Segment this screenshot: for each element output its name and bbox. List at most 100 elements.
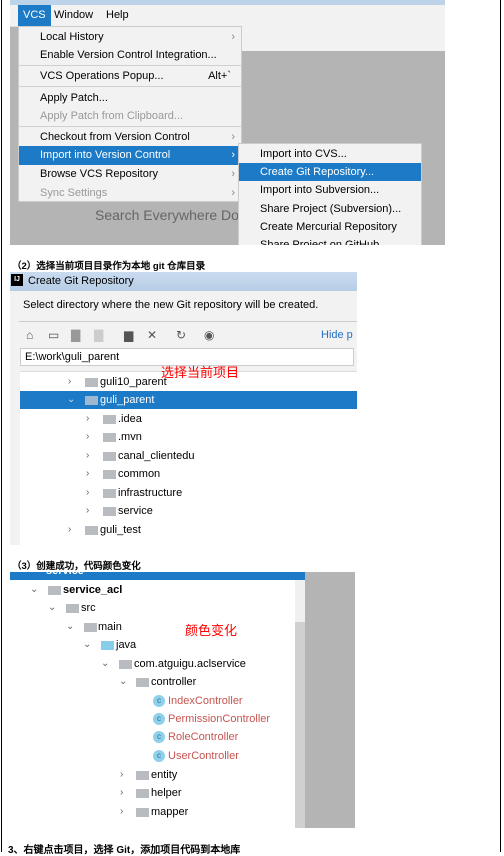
submenu-share-github[interactable]: Share Project on GitHub: [239, 236, 421, 245]
chevron-right-icon: ›: [86, 431, 90, 442]
annotation-select-project: 选择当前项目: [161, 365, 240, 380]
menu-item-apply-patch[interactable]: Apply Patch...: [19, 89, 241, 107]
tree-label: main: [98, 621, 122, 633]
shortcut-label: Alt+`: [208, 70, 231, 82]
menu-item-vcs-operations[interactable]: VCS Operations Popup... Alt+`: [19, 67, 241, 85]
menu-item-local-history[interactable]: Local History ›: [19, 28, 241, 46]
chevron-down-icon: ⌄: [30, 584, 39, 595]
hide-path-link[interactable]: Hide p: [321, 329, 353, 341]
submenu-create-git-repository[interactable]: Create Git Repository...: [239, 163, 421, 181]
chevron-right-icon: ›: [120, 806, 124, 817]
chevron-right-icon: ›: [86, 468, 90, 479]
folder-icon: [103, 433, 116, 442]
chevron-right-icon: ›: [68, 376, 72, 387]
chevron-down-icon: ⌄: [101, 658, 110, 669]
tree-row[interactable]: › canal_clientedu: [20, 447, 357, 465]
chevron-right-icon: ›: [86, 505, 90, 516]
tree-row[interactable]: c RoleController: [10, 728, 305, 746]
tree-row[interactable]: › service: [20, 502, 357, 520]
tree-row[interactable]: › entity: [10, 766, 305, 784]
menu-item-label: Sync Settings: [40, 187, 108, 199]
chevron-right-icon: ›: [231, 31, 235, 43]
tree-row-selected[interactable]: ⌄ guli_parent: [20, 391, 357, 409]
tree-row[interactable]: ⌄ main: [10, 618, 305, 636]
vcs-dropdown: Local History › Enable Version Control In…: [18, 26, 242, 202]
tree-label: service: [46, 572, 84, 580]
menu-item-label: Browse VCS Repository: [40, 168, 158, 180]
new-folder-icon[interactable]: ▆: [124, 328, 133, 342]
menu-item-checkout[interactable]: Checkout from Version Control ›: [19, 128, 241, 146]
folder-icon: [103, 507, 116, 516]
show-hidden-icon[interactable]: ◉: [204, 328, 214, 342]
folder-icon: [103, 489, 116, 498]
menu-bar: VCS Window Help: [10, 5, 445, 27]
submenu-import-subversion[interactable]: Import into Subversion...: [239, 181, 421, 199]
desktop-icon[interactable]: ▭: [48, 328, 59, 342]
folder-icon: [85, 396, 98, 405]
class-icon: c: [153, 695, 165, 707]
home-icon[interactable]: ⌂: [26, 328, 33, 342]
chevron-right-icon: ›: [120, 769, 124, 780]
tree-row[interactable]: c IndexController: [10, 692, 305, 710]
tree-label: guli_parent: [100, 394, 155, 406]
menu-item-enable-vcs[interactable]: Enable Version Control Integration...: [19, 46, 241, 64]
scrollbar-thumb[interactable]: [295, 580, 305, 622]
dialog-title: Create Git Repository: [28, 275, 134, 287]
chevron-down-icon: ⌄: [119, 676, 128, 687]
refresh-icon[interactable]: ↻: [176, 328, 186, 342]
chevron-down-icon: ⌄: [66, 621, 75, 632]
tree-row[interactable]: ⌄ src: [10, 599, 305, 617]
submenu-share-subversion[interactable]: Share Project (Subversion)...: [239, 200, 421, 218]
tree-row[interactable]: ⌄ java: [10, 636, 305, 654]
menu-window[interactable]: Window: [49, 5, 98, 26]
directory-tree: › guli10_parent ⌄ guli_parent › .idea › .mvn…: [20, 371, 357, 545]
source-folder-icon: [101, 641, 114, 650]
tree-row[interactable]: › helper: [10, 784, 305, 802]
menu-item-label: Apply Patch...: [40, 92, 108, 104]
class-icon: c: [153, 731, 165, 743]
submenu-create-mercurial[interactable]: Create Mercurial Repository: [239, 218, 421, 236]
chevron-right-icon: ›: [68, 524, 72, 535]
tree-row[interactable]: ⌄ service_acl: [10, 581, 305, 599]
chevron-down-icon: ⌄: [67, 394, 76, 405]
class-icon: c: [153, 750, 165, 762]
tree-row[interactable]: › common: [20, 465, 357, 483]
caption-step-2: （2）选择当前项目目录作为本地 git 仓库目录: [12, 261, 206, 272]
package-icon: [119, 660, 132, 669]
package-icon: [136, 789, 149, 798]
chevron-right-icon: ›: [86, 450, 90, 461]
chevron-down-icon: ⌄: [48, 602, 57, 613]
menu-item-import-vcs[interactable]: Import into Version Control ›: [19, 146, 241, 165]
chevron-right-icon: ›: [86, 487, 90, 498]
tree-row[interactable]: › .mvn: [20, 428, 357, 446]
menu-vcs[interactable]: VCS: [18, 5, 51, 26]
tree-row[interactable]: › guli_test: [20, 521, 357, 539]
tree-row[interactable]: c UserController: [10, 747, 305, 765]
chevron-right-icon: ›: [231, 131, 235, 143]
menu-help[interactable]: Help: [101, 5, 134, 26]
tree-row[interactable]: c PermissionController: [10, 710, 305, 728]
chevron-right-icon: ›: [86, 413, 90, 424]
chevron-right-icon: ›: [231, 168, 235, 180]
dialog-title-bar: IJ Create Git Repository: [10, 272, 357, 291]
tree-label: com.atguigu.aclservice: [134, 658, 246, 670]
menu-item-label: VCS Operations Popup...: [40, 70, 164, 82]
tree-row-selected[interactable]: service: [10, 572, 305, 580]
tree-label: src: [81, 602, 96, 614]
tree-row[interactable]: ⌄ com.atguigu.aclservice: [10, 655, 305, 673]
tree-row[interactable]: › infrastructure: [20, 484, 357, 502]
tree-row[interactable]: ⌄ controller: [10, 673, 305, 691]
import-submenu: Import into CVS... Create Git Repository…: [238, 143, 422, 245]
menu-item-browse-vcs[interactable]: Browse VCS Repository ›: [19, 165, 241, 183]
tree-row[interactable]: › .idea: [20, 410, 357, 428]
chevron-right-icon: ›: [231, 149, 235, 161]
tree-row[interactable]: › mapper: [10, 803, 305, 821]
tree-label: .mvn: [118, 431, 142, 443]
module-folder-icon[interactable]: ▇: [94, 328, 103, 342]
project-tree: service ⌄ service_acl ⌄ src ⌄ main ⌄ java ⌄ c…: [10, 572, 305, 828]
submenu-import-cvs[interactable]: Import into CVS...: [239, 145, 421, 163]
delete-icon[interactable]: ✕: [147, 328, 157, 342]
menu-item-label: Import into Version Control: [40, 149, 171, 161]
folder-icon: [84, 623, 97, 632]
project-folder-icon[interactable]: ▇: [71, 328, 80, 342]
